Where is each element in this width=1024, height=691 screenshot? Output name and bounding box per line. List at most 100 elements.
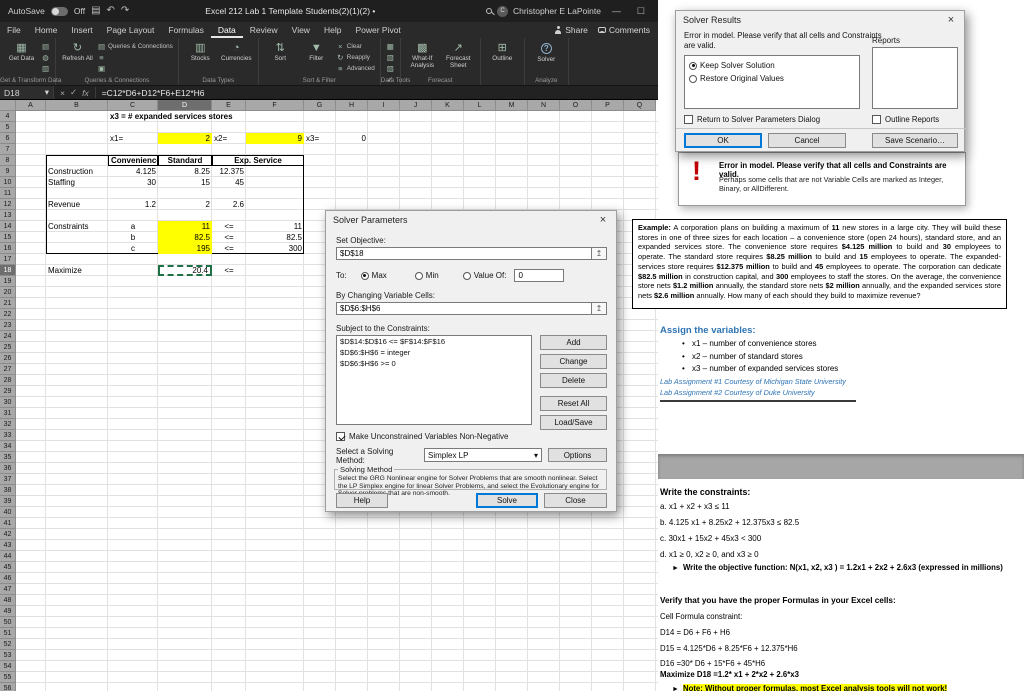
row-header-46[interactable]: 46 xyxy=(0,573,16,584)
cell-G6[interactable]: x3= xyxy=(304,133,336,144)
row-header-29[interactable]: 29 xyxy=(0,386,16,397)
menu-tab-view[interactable]: View xyxy=(285,22,317,38)
row-header-53[interactable]: 53 xyxy=(0,650,16,661)
radio-restore-values[interactable]: Restore Original Values xyxy=(689,74,855,83)
cell-D9[interactable]: 8.25 xyxy=(158,166,212,177)
col-header-Q[interactable]: Q xyxy=(624,100,656,111)
cell-F15[interactable]: 82.5 xyxy=(246,232,304,243)
cancel-button[interactable]: Cancel xyxy=(768,133,846,148)
row-header-52[interactable]: 52 xyxy=(0,639,16,650)
row-header-43[interactable]: 43 xyxy=(0,540,16,551)
cell-E14[interactable]: <= xyxy=(212,221,246,232)
cell-E18[interactable]: <= xyxy=(212,265,246,276)
radio-keep-solution[interactable]: Keep Solver Solution xyxy=(689,61,855,70)
col-header-C[interactable]: C xyxy=(108,100,158,111)
constraints-listbox[interactable]: $D$14:$D$16 <= $F$14:$F$16$D$6:$H$6 = in… xyxy=(336,335,532,425)
menu-tab-review[interactable]: Review xyxy=(243,22,285,38)
delete-button[interactable]: Delete xyxy=(540,373,607,388)
cell-D16[interactable]: 195 xyxy=(158,243,212,254)
cell-E9[interactable]: 12.375 xyxy=(212,166,246,177)
cell-F6[interactable]: 9 xyxy=(246,133,304,144)
col-header-J[interactable]: J xyxy=(400,100,432,111)
col-header-H[interactable]: H xyxy=(336,100,368,111)
menu-tab-help[interactable]: Help xyxy=(317,22,348,38)
minimize-icon[interactable]: — xyxy=(607,6,626,16)
solver-button[interactable]: ?Solver xyxy=(530,41,563,63)
remove-duplicates-button[interactable]: ▨ xyxy=(386,63,395,73)
clear-button[interactable]: ×Clear xyxy=(336,41,375,51)
cell-E10[interactable]: 45 xyxy=(212,177,246,188)
what-if-analysis-button[interactable]: ▩What-If Analysis xyxy=(406,41,439,69)
return-to-parameters-checkbox[interactable]: Return to Solver Parameters Dialog xyxy=(684,115,820,124)
cell-D6[interactable]: 2 xyxy=(158,133,212,144)
range-select-icon[interactable]: ↥ xyxy=(592,247,607,260)
row-header-56[interactable]: 56 xyxy=(0,683,16,691)
radio-max[interactable]: Max xyxy=(361,271,387,280)
row-header-28[interactable]: 28 xyxy=(0,375,16,386)
row-header-24[interactable]: 24 xyxy=(0,331,16,342)
row-header-15[interactable]: 15 xyxy=(0,232,16,243)
col-header-B[interactable]: B xyxy=(46,100,108,111)
range-select-icon[interactable]: ↥ xyxy=(592,302,607,315)
outline-reports-checkbox[interactable]: Outline Reports xyxy=(872,115,939,124)
row-header-32[interactable]: 32 xyxy=(0,419,16,430)
solve-button[interactable]: Solve xyxy=(476,493,538,508)
cell-C15[interactable]: b xyxy=(108,232,158,243)
row-header-37[interactable]: 37 xyxy=(0,474,16,485)
col-header-N[interactable]: N xyxy=(528,100,560,111)
row-header-50[interactable]: 50 xyxy=(0,617,16,628)
row-header-26[interactable]: 26 xyxy=(0,353,16,364)
row-header-20[interactable]: 20 xyxy=(0,287,16,298)
range-button[interactable]: ▥ xyxy=(41,63,50,73)
cell-E6[interactable]: x2= xyxy=(212,133,246,144)
confirm-entry-icon[interactable]: ✓ xyxy=(70,87,77,98)
cell-B14[interactable]: Constraints xyxy=(46,221,108,232)
row-header-9[interactable]: 9 xyxy=(0,166,16,177)
reapply-button[interactable]: ↻Reapply xyxy=(336,52,375,62)
row-header-27[interactable]: 27 xyxy=(0,364,16,375)
row-header-39[interactable]: 39 xyxy=(0,496,16,507)
cell-D12[interactable]: 2 xyxy=(158,199,212,210)
outline-button[interactable]: ⊞Outline xyxy=(486,41,519,62)
save-icon[interactable]: ▤ xyxy=(91,6,100,16)
load-save-button[interactable]: Load/Save xyxy=(540,415,607,430)
row-header-36[interactable]: 36 xyxy=(0,463,16,474)
cancel-entry-icon[interactable]: × xyxy=(60,88,65,98)
row-header-47[interactable]: 47 xyxy=(0,584,16,595)
cell-F14[interactable]: 11 xyxy=(246,221,304,232)
row-header-25[interactable]: 25 xyxy=(0,342,16,353)
help-button[interactable]: Help xyxy=(336,493,388,508)
reports-listbox[interactable] xyxy=(872,47,958,109)
flash-fill-button[interactable]: ▧ xyxy=(386,52,395,62)
sort-button[interactable]: ⇅Sort xyxy=(264,41,297,62)
constraint-entry[interactable]: $D$14:$D$16 <= $F$14:$F$16 xyxy=(337,336,531,347)
row-header-30[interactable]: 30 xyxy=(0,397,16,408)
row-header-22[interactable]: 22 xyxy=(0,309,16,320)
row-header-6[interactable]: 6 xyxy=(0,133,16,144)
menu-tab-file[interactable]: File xyxy=(0,22,28,38)
properties-button[interactable]: ≡ xyxy=(97,52,173,62)
close-icon[interactable]: × xyxy=(590,211,616,228)
menu-tab-insert[interactable]: Insert xyxy=(64,22,99,38)
solution-options-listbox[interactable]: Keep Solver Solution Restore Original Va… xyxy=(684,55,860,109)
reset-all-button[interactable]: Reset All xyxy=(540,396,607,411)
menu-tab-page-layout[interactable]: Page Layout xyxy=(100,22,162,38)
cell-B9[interactable]: Construction xyxy=(46,166,108,177)
row-header-8[interactable]: 8 xyxy=(0,155,16,166)
maximize-icon[interactable]: ☐ xyxy=(632,6,650,17)
solver-results-titlebar[interactable]: Solver Results × xyxy=(676,11,964,28)
col-header-F[interactable]: F xyxy=(246,100,304,111)
row-header-19[interactable]: 19 xyxy=(0,276,16,287)
menu-tab-power-pivot[interactable]: Power Pivot xyxy=(348,22,407,38)
menu-tab-home[interactable]: Home xyxy=(28,22,65,38)
radio-min[interactable]: Min xyxy=(415,271,439,280)
undo-icon[interactable]: ↶ xyxy=(107,6,115,16)
cell-E8[interactable]: Exp. Service xyxy=(212,155,304,166)
get-data-button[interactable]: ▦Get Data xyxy=(5,41,38,62)
refresh-all-button[interactable]: ↻Refresh All xyxy=(61,41,94,62)
cell-E12[interactable]: 2.6 xyxy=(212,199,246,210)
non-negative-checkbox[interactable]: Make Unconstrained Variables Non-Negativ… xyxy=(336,432,509,441)
currencies-button[interactable]: ◔Currencies xyxy=(220,41,253,62)
col-header-G[interactable]: G xyxy=(304,100,336,111)
row-header-48[interactable]: 48 xyxy=(0,595,16,606)
